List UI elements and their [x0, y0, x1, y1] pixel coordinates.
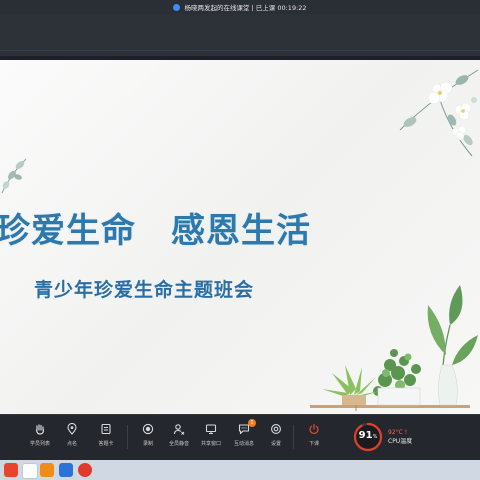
cpu-usage-gauge: 91%: [352, 421, 384, 453]
toolbar-label: 共享窗口: [200, 441, 221, 447]
toolbar-label: 答题卡: [98, 441, 114, 447]
divider: [0, 50, 480, 51]
slide-title: 珍爱生命 感恩生活: [0, 211, 311, 251]
slide-subtitle: 青少年珍爱生命主题班会: [34, 279, 255, 301]
toolbar-separator: [293, 425, 294, 449]
os-taskbar: [0, 460, 480, 480]
card-icon: [98, 421, 114, 437]
power-icon: [306, 421, 322, 437]
presentation-slide: 珍爱生命 感恩生活 青少年珍爱生命主题班会: [0, 60, 480, 414]
cpu-percent: 91%: [358, 430, 378, 441]
answer-card-button[interactable]: 答题卡: [88, 421, 124, 447]
classroom-app-icon[interactable]: [59, 463, 73, 477]
toolbar-label: 录制: [142, 441, 153, 447]
flower-decoration-icon: [399, 69, 479, 157]
window-title: 杨晓两发起的在线课堂 | 已上课 00:19:22: [184, 4, 307, 12]
app-icon[interactable]: [22, 463, 38, 479]
toolbar-label: 学员列表: [29, 441, 50, 447]
settings-icon: [268, 421, 284, 437]
toolbar-label: 点名: [66, 441, 77, 447]
toolbar-label: 设置: [270, 441, 281, 447]
settings-button[interactable]: 设置: [258, 421, 294, 447]
roll-call-button[interactable]: 点名: [54, 421, 90, 447]
mute-all-button[interactable]: 全员静音: [161, 421, 197, 447]
classroom-toolbar: 学员列表 点名 答题卡 录制 全员静音 共享窗口 1 互动消息 设置 下课 91…: [0, 414, 480, 461]
hand-icon: [32, 421, 48, 437]
toolbar-separator: [127, 425, 128, 449]
location-icon: [64, 421, 80, 437]
share-window-button[interactable]: 共享窗口: [193, 421, 229, 447]
temperature-label: CPU温度: [388, 438, 413, 445]
end-class-button[interactable]: 下课: [296, 421, 332, 447]
top-panel: [0, 14, 480, 56]
window-titlebar: 杨晓两发起的在线课堂 | 已上课 00:19:22: [0, 0, 480, 14]
record-icon: [140, 421, 156, 437]
thermometer-icon: !: [404, 429, 408, 436]
eucalyptus-decoration-icon: [1, 158, 27, 194]
toolbar-label: 互动消息: [233, 441, 254, 447]
student-list-button[interactable]: 学员列表: [22, 421, 58, 447]
plant-shelf-decoration-icon: [310, 285, 478, 411]
screen-icon: [203, 421, 219, 437]
toolbar-label: 全员静音: [168, 441, 189, 447]
unread-badge: 1: [248, 419, 256, 427]
mute-icon: [171, 421, 187, 437]
classroom-icon: [173, 3, 181, 11]
temperature-value: 92°C: [388, 429, 403, 436]
media-icon[interactable]: [78, 463, 92, 477]
cpu-temperature: 92°C ! CPU温度: [388, 428, 412, 446]
firefox-icon[interactable]: [4, 463, 18, 477]
toolbar-label: 下课: [308, 441, 319, 447]
interactive-messages-button[interactable]: 1 互动消息: [226, 419, 262, 447]
files-icon[interactable]: [40, 463, 54, 477]
